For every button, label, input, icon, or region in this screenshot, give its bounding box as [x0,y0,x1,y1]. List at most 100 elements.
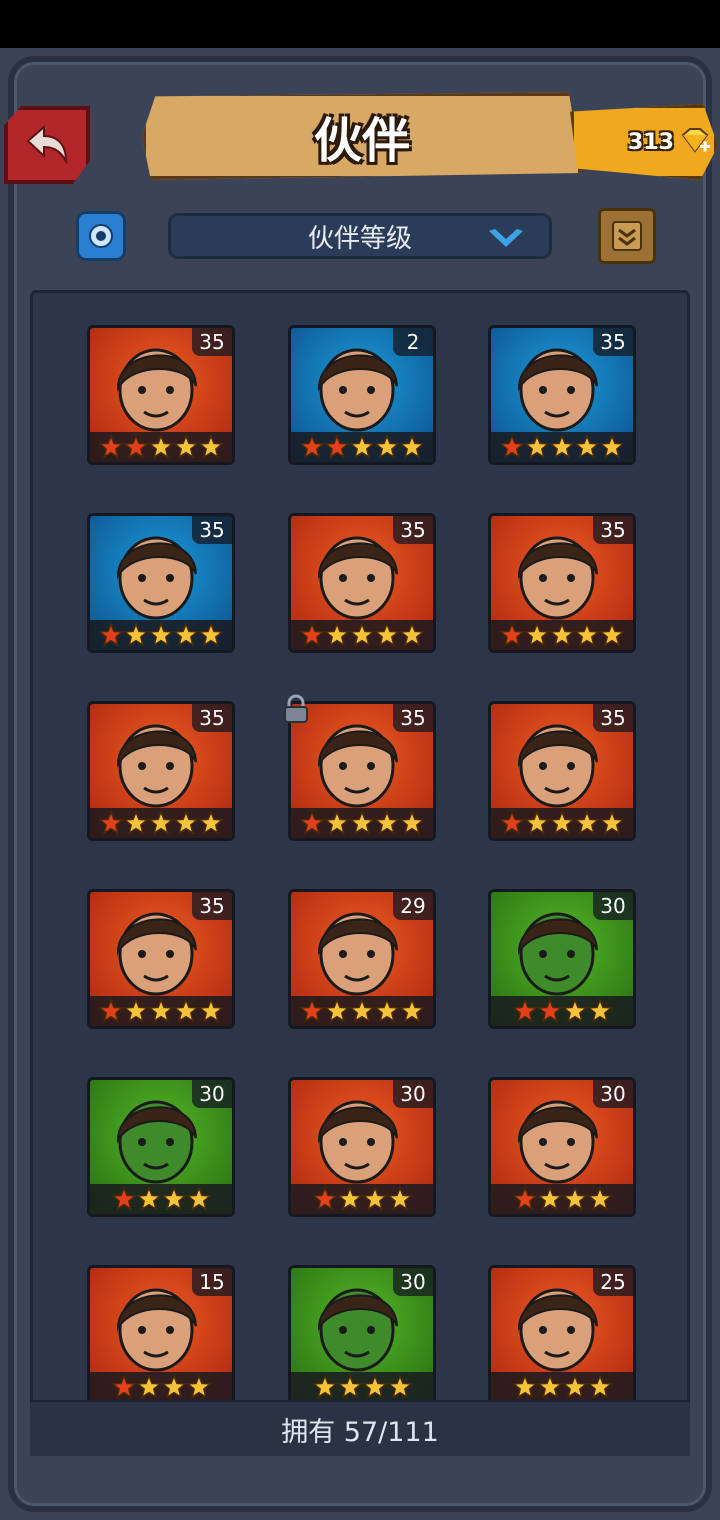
partner-card[interactable]: 15 [87,1265,235,1405]
star-rating [291,1372,433,1402]
sort-dropdown[interactable]: 伙伴等级 [168,213,552,259]
star-rating [90,808,232,838]
partner-card[interactable]: 35 [288,513,436,653]
star-icon [500,435,524,459]
star-icon [525,623,549,647]
star-icon [500,623,524,647]
level-badge: 35 [192,516,232,544]
level-badge: 35 [593,516,633,544]
partner-grid: 35 2 35 35 35 35 35 35 35 35 29 30 30 30 30 15 30 25 [30,290,690,1450]
star-icon [300,435,324,459]
filter-settings-button[interactable] [76,211,126,261]
star-icon [600,435,624,459]
star-icon [400,435,424,459]
star-icon [325,623,349,647]
star-rating [491,808,633,838]
star-rating [90,996,232,1026]
star-icon [600,623,624,647]
partner-card[interactable]: 35 [87,513,235,653]
star-icon [500,811,524,835]
partner-card[interactable]: 25 [488,1265,636,1405]
partner-card[interactable]: 35 [87,889,235,1029]
star-rating [491,996,633,1026]
partner-card[interactable]: 35 [488,701,636,841]
star-icon [136,1187,161,1211]
star-icon [562,1375,587,1399]
star-icon [174,811,198,835]
back-button[interactable] [4,106,90,184]
level-badge: 30 [593,1080,633,1108]
star-icon [99,623,123,647]
star-icon [537,1375,562,1399]
star-icon [350,999,374,1023]
partner-card[interactable]: 30 [288,1265,436,1405]
star-rating [491,1372,633,1402]
star-icon [99,999,123,1023]
star-icon [575,811,599,835]
level-badge: 30 [393,1080,433,1108]
star-icon [300,623,324,647]
star-icon [149,811,173,835]
star-icon [350,435,374,459]
star-icon [575,435,599,459]
partner-card[interactable]: 35 [87,701,235,841]
star-icon [562,999,587,1023]
star-icon [174,999,198,1023]
partner-card[interactable]: 29 [288,889,436,1029]
star-icon [199,999,223,1023]
partner-card[interactable]: 30 [87,1077,235,1217]
level-badge: 35 [192,328,232,356]
star-icon [562,1187,587,1211]
star-rating [291,1184,433,1214]
star-icon [124,623,148,647]
owned-bar: 拥有 57/111 [30,1400,690,1456]
level-badge: 30 [192,1080,232,1108]
star-icon [362,1375,387,1399]
star-icon [199,435,223,459]
star-rating [90,620,232,650]
star-icon [99,811,123,835]
owned-count: 拥有 57/111 [281,1416,439,1448]
partner-card[interactable]: 30 [288,1077,436,1217]
star-icon [124,435,148,459]
star-icon [600,811,624,835]
star-icon [512,999,537,1023]
scroll-icon [612,221,642,251]
star-icon [199,811,223,835]
star-rating [291,620,433,650]
partner-card[interactable]: 35 [87,325,235,465]
gem-counter[interactable]: 313 [570,104,718,180]
sort-label: 伙伴等级 [307,223,412,254]
star-icon [186,1187,211,1211]
star-icon [149,999,173,1023]
partner-card[interactable]: 30 [488,889,636,1029]
level-badge: 35 [593,704,633,732]
star-icon [300,811,324,835]
star-icon [550,623,574,647]
star-icon [350,811,374,835]
star-rating [291,432,433,462]
star-rating [90,1372,232,1402]
star-icon [325,999,349,1023]
star-icon [362,1187,387,1211]
level-badge: 25 [593,1268,633,1296]
partner-card[interactable]: 2 [288,325,436,465]
partner-card[interactable]: 35 [488,325,636,465]
star-icon [550,435,574,459]
star-icon [537,1187,562,1211]
level-badge: 35 [192,892,232,920]
star-icon [337,1375,362,1399]
lock-icon [284,694,308,723]
scroll-button[interactable] [598,208,656,264]
partner-card[interactable]: 35 [488,513,636,653]
star-icon [400,811,424,835]
gem-count: 313 [628,129,674,155]
partner-card[interactable]: 35 [288,701,436,841]
star-icon [111,1187,136,1211]
star-rating [90,432,232,462]
star-icon [99,435,123,459]
star-rating [291,996,433,1026]
level-badge: 30 [393,1268,433,1296]
level-badge: 35 [393,704,433,732]
partner-card[interactable]: 30 [488,1077,636,1217]
